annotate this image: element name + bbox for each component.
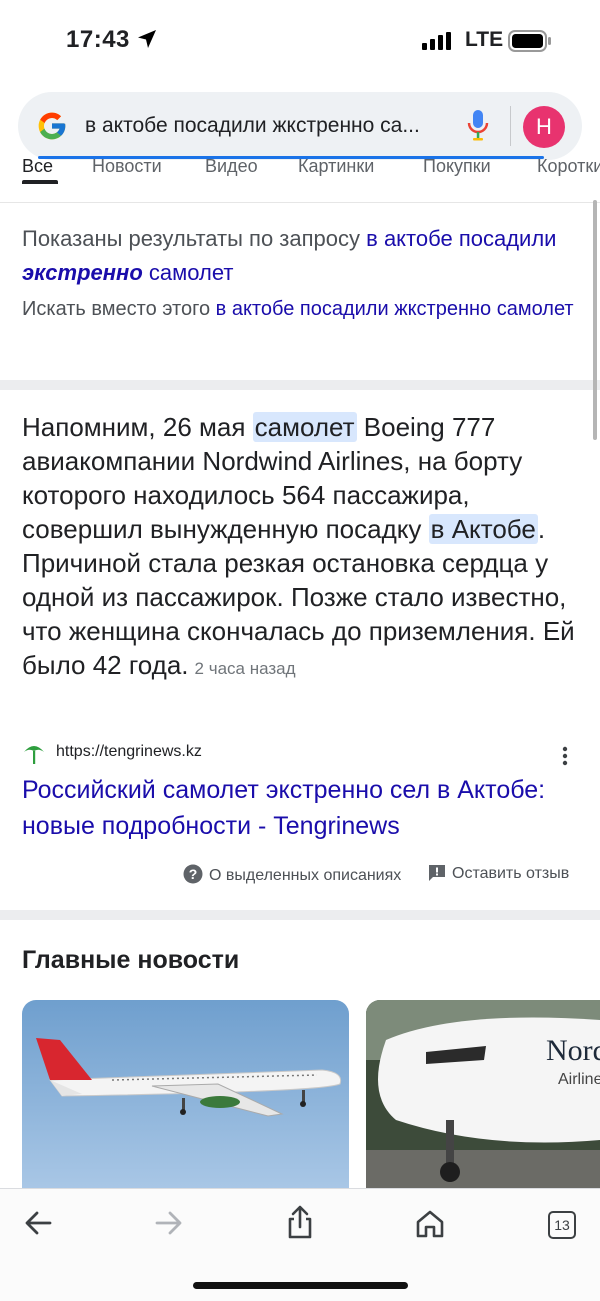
cellular-signal-icon (422, 32, 451, 50)
help-icon: ? (183, 864, 203, 884)
search-input[interactable]: в актобе посадили жкстренно са... (85, 114, 455, 138)
tab-video[interactable]: Видео (205, 158, 258, 177)
search-bar[interactable]: в актобе посадили жкстренно са... H (18, 92, 582, 160)
search-instead: Искать вместо этого в актобе посадили жк… (22, 292, 582, 326)
tab-shopping[interactable]: Покупки (423, 158, 491, 177)
search-tabs: Все Новости Видео Картинки Покупки Корот… (0, 158, 600, 184)
tab-images[interactable]: Картинки (298, 158, 374, 177)
home-indicator (193, 1282, 408, 1289)
scrollbar[interactable] (593, 200, 597, 440)
tab-switcher-button[interactable]: 13 (548, 1211, 576, 1239)
feedback-button[interactable]: Оставить отзыв (428, 864, 569, 883)
forward-arrow-icon[interactable] (153, 1207, 185, 1239)
result-source[interactable]: https://tengrinews.kz (22, 740, 582, 768)
news-card-image-2[interactable]: Nord Airlines (366, 1000, 600, 1190)
search-divider (510, 106, 511, 146)
tab-shorts[interactable]: Короткие (537, 158, 600, 177)
battery-icon (508, 30, 551, 52)
account-avatar[interactable]: H (523, 106, 565, 148)
news-card-image-1[interactable] (22, 1000, 349, 1190)
status-time: 17:43 (66, 26, 130, 53)
source-url[interactable]: https://tengrinews.kz (56, 743, 202, 761)
status-bar: 17:43 LTE (0, 0, 600, 80)
featured-snippet-text: Напомним, 26 мая самолет Boeing 777 авиа… (22, 412, 575, 680)
google-logo-icon[interactable] (36, 110, 68, 142)
divider (0, 202, 600, 203)
svg-text:?: ? (189, 866, 198, 882)
tengrinews-favicon-icon (24, 746, 44, 764)
result-title-link[interactable]: Российский самолет экстренно сел в Актоб… (22, 772, 582, 844)
more-options-icon[interactable] (562, 746, 568, 766)
network-type: LTE (465, 28, 504, 51)
airline-logo-sub: Airlines (558, 1071, 600, 1088)
airplane-closeup-photo: Nord Airlines (366, 1000, 600, 1190)
microphone-icon[interactable] (466, 108, 490, 142)
about-snippets-button[interactable]: ? О выделенных описаниях (183, 864, 401, 885)
home-icon[interactable] (414, 1207, 446, 1239)
section-separator (0, 380, 600, 390)
snippet-time-ago: 2 часа назад (194, 659, 296, 678)
airplane-photo (22, 1000, 349, 1190)
showing-results-label: Показаны результаты по запросу (22, 226, 361, 251)
location-arrow-icon (138, 30, 156, 48)
back-arrow-icon[interactable] (22, 1207, 54, 1239)
section-separator (0, 910, 600, 920)
tab-news[interactable]: Новости (92, 158, 162, 177)
search-instead-label: Искать вместо этого (22, 298, 211, 320)
original-query-link[interactable]: в актобе посадили жкстренно самолет (216, 298, 574, 320)
airline-logo-text: Nord (546, 1034, 600, 1067)
share-icon[interactable] (284, 1203, 316, 1241)
tab-all[interactable]: Все (22, 158, 53, 177)
active-tab-indicator (22, 180, 58, 184)
top-stories-heading: Главные новости (22, 946, 240, 974)
spelling-correction: Показаны результаты по запросу в актобе … (22, 222, 582, 290)
feedback-icon (429, 865, 445, 881)
